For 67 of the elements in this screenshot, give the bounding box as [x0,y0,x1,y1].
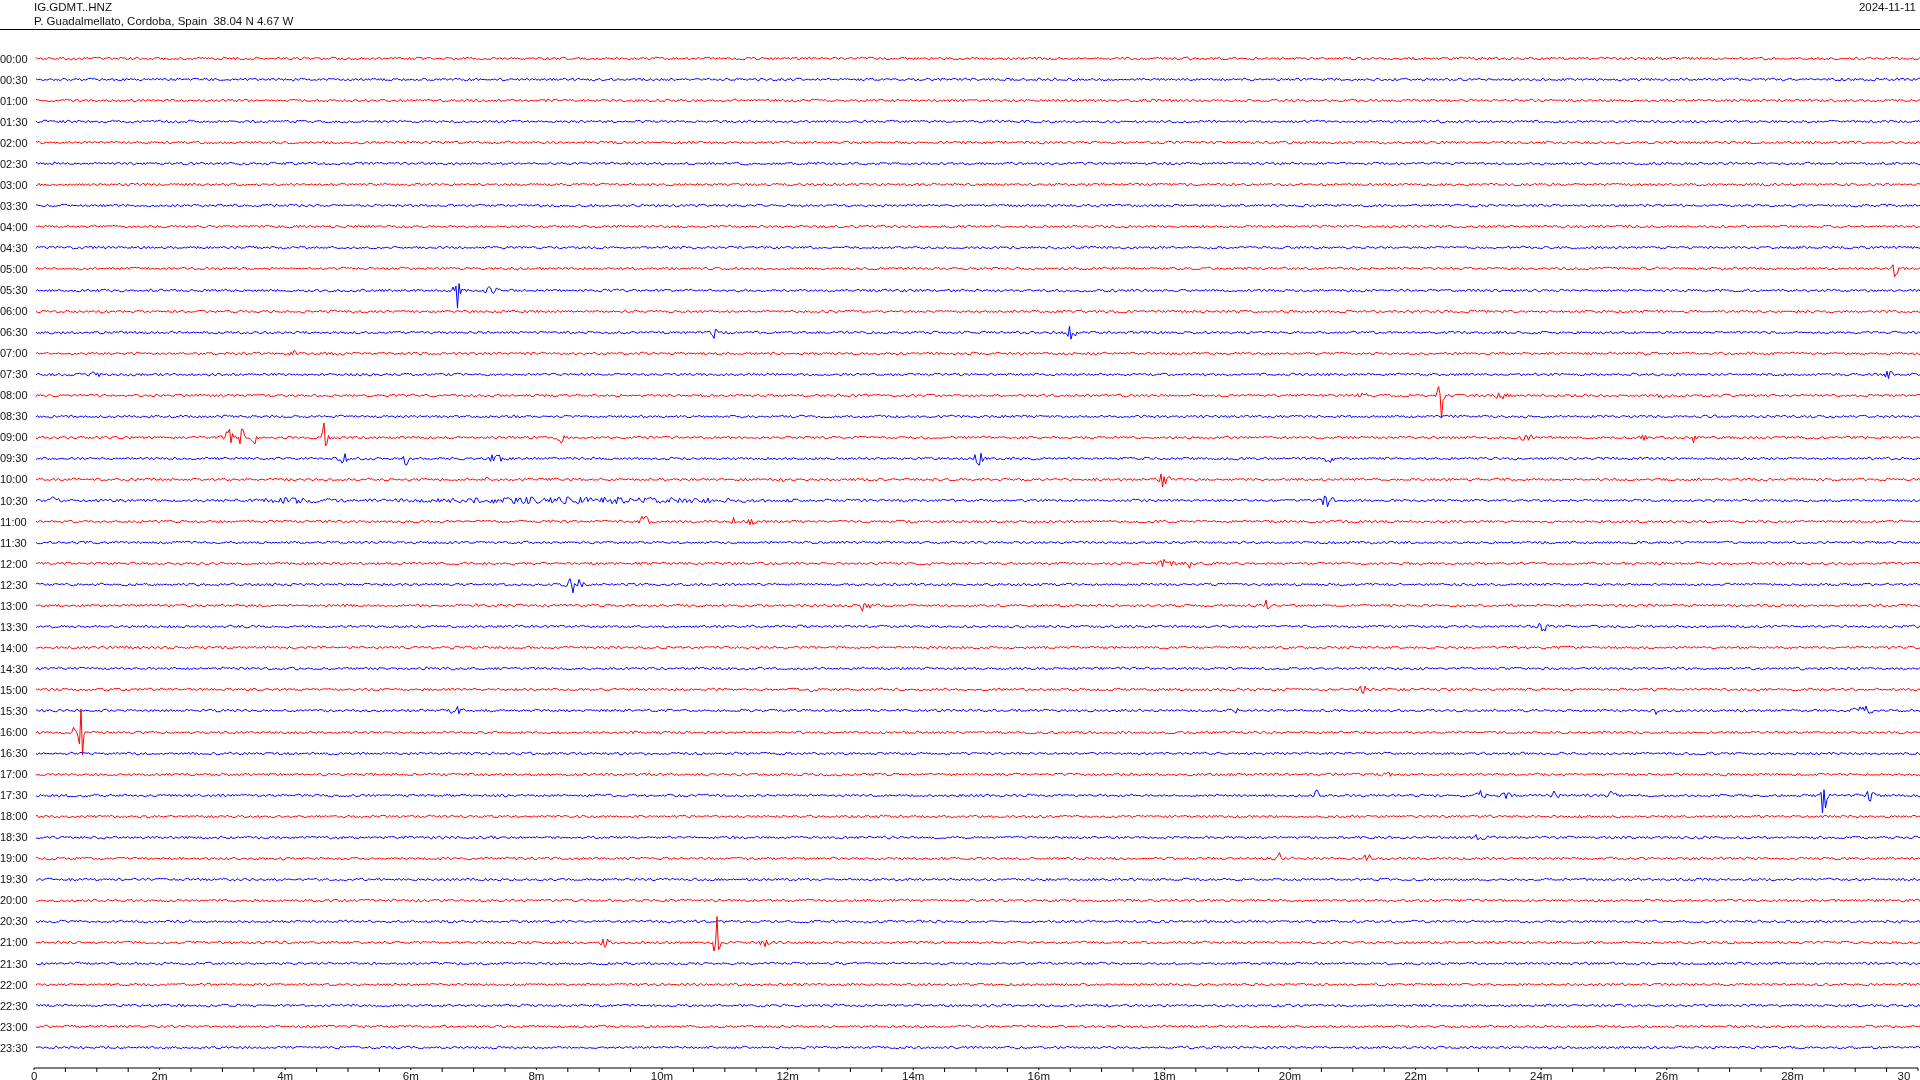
station-location: P. Guadalmellato, Cordoba, Spain 38.04 N 4.67 W [34,14,294,28]
axis-label: 20m [1278,1070,1302,1080]
axis-label: 0 [31,1070,38,1080]
time-label: 13:00 [0,599,29,612]
time-label: 15:00 [0,683,29,696]
time-label: 18:00 [0,810,29,823]
time-label: 23:30 [0,1041,29,1054]
axis-label: 28m [1781,1070,1804,1080]
time-label: 01:30 [0,115,29,128]
time-label: 14:00 [0,641,29,654]
axis-label: 16m [1027,1070,1050,1080]
time-label: 21:30 [0,957,29,970]
time-label: 06:30 [0,326,29,339]
time-label: 19:30 [0,873,29,886]
time-label: 04:30 [0,241,29,254]
station-code: IG.GDMT..HNZ [34,0,113,14]
axis-label: 10m [650,1070,674,1080]
time-label: 22:00 [0,978,29,991]
axis-label: 30 [1897,1070,1911,1080]
time-label: 03:00 [0,178,29,191]
time-label: 08:00 [0,389,29,402]
time-label: 08:30 [0,410,29,423]
time-label: 17:00 [0,768,29,781]
time-label: 21:00 [0,936,29,949]
time-label: 05:00 [0,263,29,275]
time-label: 02:00 [0,136,29,149]
time-label: 02:30 [0,157,29,170]
time-label: 15:30 [0,704,29,717]
time-label: 12:30 [0,578,29,591]
time-label: 13:30 [0,620,29,633]
time-label: 12:00 [0,557,29,570]
time-label: 10:30 [0,494,29,507]
time-label: 18:30 [0,831,29,844]
time-label: 00:00 [0,52,29,65]
time-label: 20:00 [0,894,29,907]
axis-label: 24m [1530,1070,1553,1080]
time-label: 22:30 [0,999,29,1012]
time-label: 16:00 [0,726,29,738]
time-label: 07:00 [0,347,29,360]
axis-label: 18m [1153,1070,1176,1080]
time-label: 07:30 [0,368,29,381]
axis-label: 22m [1404,1070,1427,1080]
time-label: 09:30 [0,452,29,465]
time-label: 20:30 [0,915,29,928]
axis-label: 12m [776,1070,799,1080]
time-label: 11:00 [0,515,28,528]
time-label: 10:00 [0,473,29,486]
date-label: 2024-11-11 [1858,0,1917,14]
time-label: 06:00 [0,305,29,318]
axis-label: 26m [1655,1070,1678,1080]
axis-label: 14m [902,1070,925,1080]
time-label: 14:30 [0,662,29,675]
time-label: 23:00 [0,1020,29,1033]
axis-label: 6m [402,1070,419,1080]
time-label: 19:00 [0,852,29,865]
axis-label: 2m [151,1070,168,1080]
axis-label: 8m [528,1070,545,1080]
time-label: 09:00 [0,431,29,444]
time-label: 16:30 [0,747,29,760]
axis-label: 4m [277,1070,294,1080]
time-label: 05:30 [0,284,29,297]
time-label: 11:30 [0,536,28,549]
time-label: 17:30 [0,789,29,802]
time-label: 01:00 [0,94,29,107]
time-label: 00:30 [0,73,29,86]
time-label: 04:00 [0,220,29,233]
time-label: 03:30 [0,199,29,212]
